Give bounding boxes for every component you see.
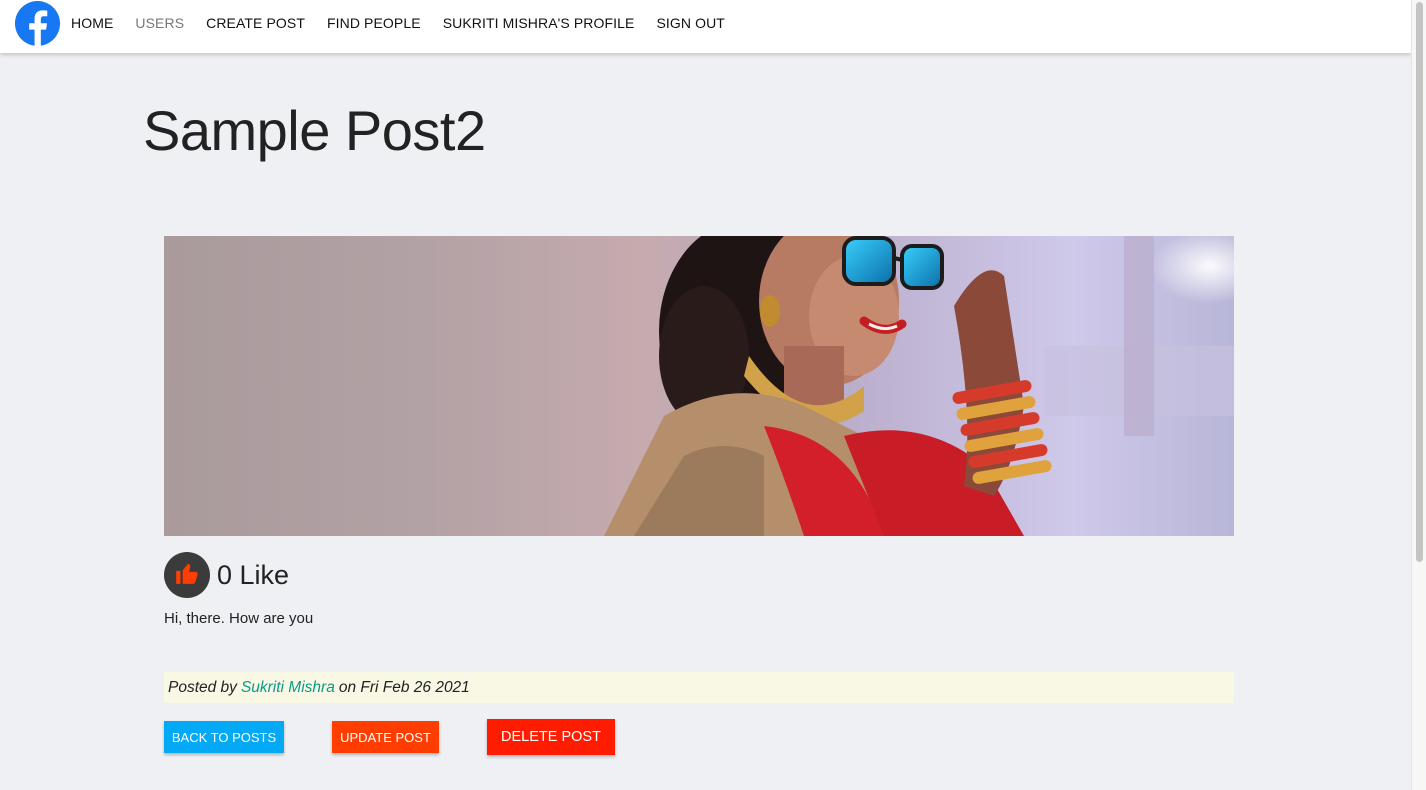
back-to-posts-button[interactable]: BACK TO POSTS bbox=[164, 721, 284, 753]
nav-users-link[interactable]: USERS bbox=[124, 15, 195, 31]
author-link[interactable]: Sukriti Mishra bbox=[241, 679, 335, 697]
top-navbar: HOME USERS CREATE POST FIND PEOPLE SUKRI… bbox=[0, 0, 1411, 53]
post-image bbox=[164, 236, 1234, 536]
nav-home-link[interactable]: HOME bbox=[60, 15, 124, 31]
post-date: on Fri Feb 26 2021 bbox=[338, 678, 470, 696]
scrollbar-thumb[interactable] bbox=[1416, 2, 1423, 562]
nav-create-post-link[interactable]: CREATE POST bbox=[195, 15, 316, 31]
thumbs-up-icon bbox=[174, 560, 200, 591]
page-scrollbar[interactable] bbox=[1411, 0, 1426, 790]
posted-by-bar: Posted by Sukriti Mishra on Fri Feb 26 2… bbox=[164, 672, 1234, 703]
posted-by-prefix: Posted by bbox=[168, 678, 237, 696]
post-body: Hi, there. How are you bbox=[164, 610, 314, 627]
like-button[interactable] bbox=[164, 552, 210, 598]
update-post-button[interactable]: UPDATE POST bbox=[332, 721, 439, 753]
post-title: Sample Post2 bbox=[143, 99, 486, 162]
nav-find-people-link[interactable]: FIND PEOPLE bbox=[316, 15, 432, 31]
nav-sign-out-link[interactable]: SIGN OUT bbox=[645, 15, 735, 31]
like-count: 0 Like bbox=[217, 560, 290, 590]
nav-profile-link[interactable]: SUKRITI MISHRA'S PROFILE bbox=[432, 15, 646, 31]
page: HOME USERS CREATE POST FIND PEOPLE SUKRI… bbox=[0, 0, 1426, 790]
delete-post-button[interactable]: DELETE POST bbox=[487, 719, 615, 755]
nav-links: HOME USERS CREATE POST FIND PEOPLE SUKRI… bbox=[60, 0, 736, 45]
facebook-icon[interactable] bbox=[14, 0, 61, 47]
